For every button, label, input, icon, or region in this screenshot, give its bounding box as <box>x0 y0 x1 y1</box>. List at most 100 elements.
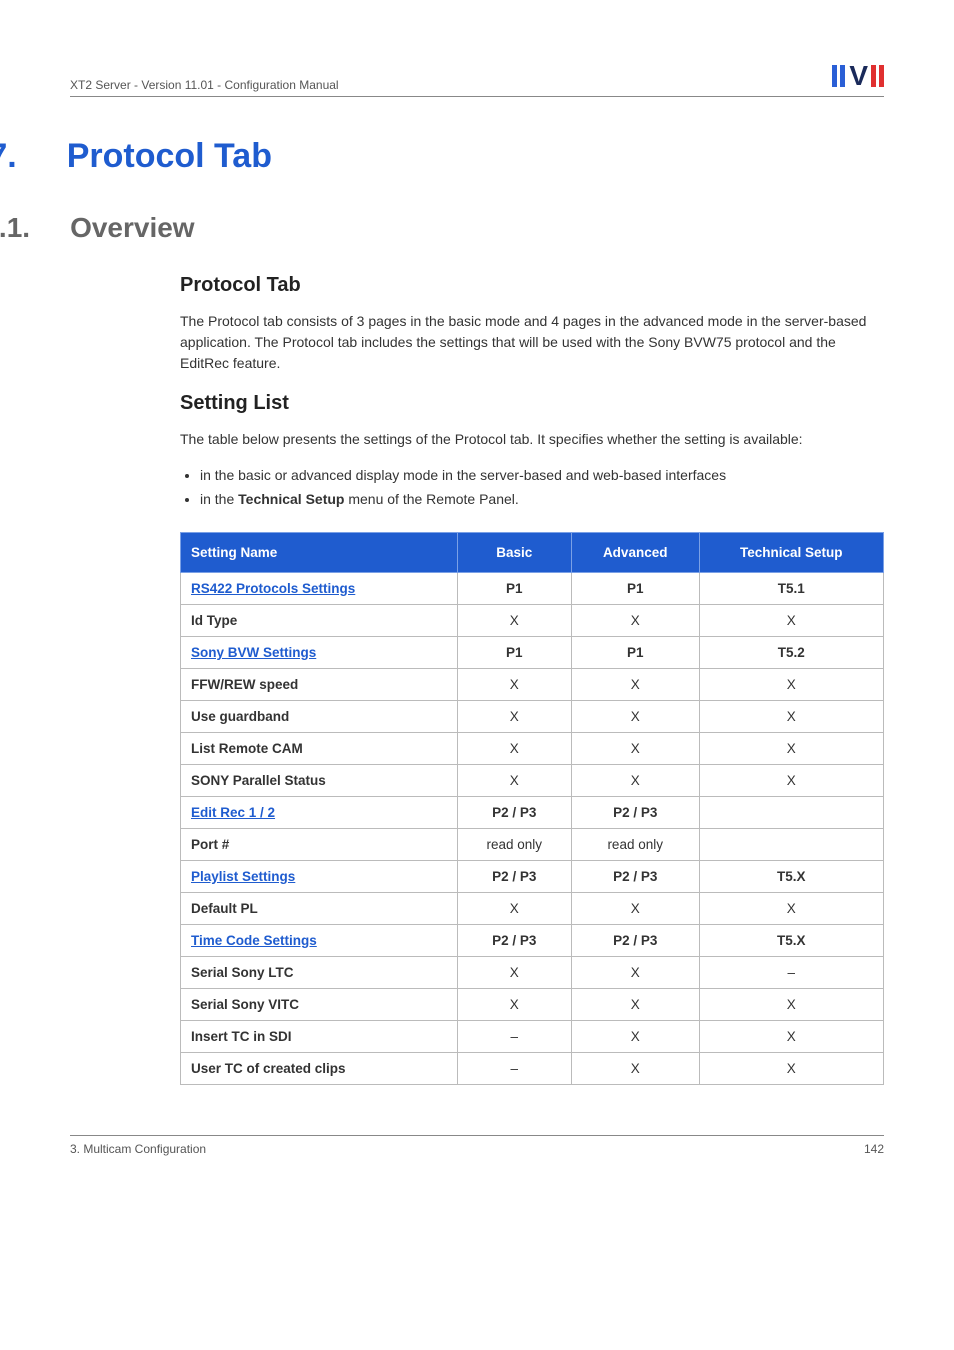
table-row: Playlist SettingsP2 / P3P2 / P3T5.X <box>181 860 884 892</box>
cell-basic: X <box>457 732 571 764</box>
cell-basic: – <box>457 1020 571 1052</box>
cell-tech: X <box>699 700 883 732</box>
cell-basic: X <box>457 700 571 732</box>
col-header-name: Setting Name <box>181 532 458 572</box>
header-text: XT2 Server - Version 11.01 - Configurati… <box>70 78 339 92</box>
cell-name: Insert TC in SDI <box>181 1020 458 1052</box>
cell-advanced: X <box>571 764 699 796</box>
logo-v-icon: V <box>849 60 867 92</box>
cell-basic: P1 <box>457 572 571 604</box>
cell-basic: P2 / P3 <box>457 924 571 956</box>
logo-bar-icon <box>832 65 837 87</box>
cell-name[interactable]: Playlist Settings <box>181 860 458 892</box>
col-header-advanced: Advanced <box>571 532 699 572</box>
cell-basic: X <box>457 764 571 796</box>
cell-name[interactable]: Edit Rec 1 / 2 <box>181 796 458 828</box>
cell-name: List Remote CAM <box>181 732 458 764</box>
logo-bar-icon <box>871 65 876 87</box>
cell-tech: X <box>699 1020 883 1052</box>
evs-logo: V <box>832 60 884 92</box>
table-row: Default PLXXX <box>181 892 884 924</box>
subsection-heading: 3.7.1. Overview <box>0 212 884 244</box>
table-row: Serial Sony VITCXXX <box>181 988 884 1020</box>
cell-advanced: X <box>571 892 699 924</box>
subsection-number: 3.7.1. <box>0 212 30 244</box>
cell-advanced: X <box>571 604 699 636</box>
cell-advanced: read only <box>571 828 699 860</box>
cell-name[interactable]: Time Code Settings <box>181 924 458 956</box>
table-row: Time Code SettingsP2 / P3P2 / P3T5.X <box>181 924 884 956</box>
footer-left: 3. Multicam Configuration <box>70 1142 206 1156</box>
cell-basic: X <box>457 604 571 636</box>
cell-advanced: P1 <box>571 636 699 668</box>
cell-advanced: X <box>571 668 699 700</box>
setting-link[interactable]: Playlist Settings <box>191 869 295 884</box>
setting-link[interactable]: Time Code Settings <box>191 933 317 948</box>
cell-advanced: X <box>571 732 699 764</box>
cell-tech: X <box>699 1052 883 1084</box>
cell-name[interactable]: Sony BVW Settings <box>181 636 458 668</box>
page-footer: 3. Multicam Configuration 142 <box>70 1135 884 1156</box>
cell-advanced: X <box>571 988 699 1020</box>
cell-basic: X <box>457 988 571 1020</box>
cell-name: Use guardband <box>181 700 458 732</box>
table-row: Use guardbandXXX <box>181 700 884 732</box>
bullet-item: in the Technical Setup menu of the Remot… <box>200 488 884 512</box>
cell-name: Serial Sony LTC <box>181 956 458 988</box>
section-heading: 3.7. Protocol Tab <box>0 137 884 176</box>
table-row: List Remote CAMXXX <box>181 732 884 764</box>
heading-setting-list: Setting List <box>180 392 884 415</box>
cell-advanced: X <box>571 956 699 988</box>
cell-name[interactable]: RS422 Protocols Settings <box>181 572 458 604</box>
logo-bar-icon <box>840 65 845 87</box>
col-header-tech: Technical Setup <box>699 532 883 572</box>
cell-advanced: P2 / P3 <box>571 860 699 892</box>
cell-advanced: P2 / P3 <box>571 796 699 828</box>
setting-link[interactable]: Sony BVW Settings <box>191 645 316 660</box>
footer-page-number: 142 <box>864 1142 884 1156</box>
cell-name: Port # <box>181 828 458 860</box>
cell-tech: X <box>699 668 883 700</box>
settings-table: Setting Name Basic Advanced Technical Se… <box>180 532 884 1085</box>
cell-advanced: P2 / P3 <box>571 924 699 956</box>
cell-tech <box>699 796 883 828</box>
cell-basic: P2 / P3 <box>457 860 571 892</box>
bullet-item: in the basic or advanced display mode in… <box>200 464 884 488</box>
bold-phrase: Technical Setup <box>238 491 344 507</box>
heading-protocol-tab: Protocol Tab <box>180 274 884 297</box>
table-row: Port #read onlyread only <box>181 828 884 860</box>
logo-bar-icon <box>879 65 884 87</box>
cell-basic: X <box>457 892 571 924</box>
cell-basic: X <box>457 668 571 700</box>
cell-advanced: P1 <box>571 572 699 604</box>
cell-tech: T5.1 <box>699 572 883 604</box>
cell-tech: X <box>699 988 883 1020</box>
paragraph: The table below presents the settings of… <box>180 429 884 450</box>
col-header-basic: Basic <box>457 532 571 572</box>
table-row: Sony BVW SettingsP1P1T5.2 <box>181 636 884 668</box>
cell-basic: – <box>457 1052 571 1084</box>
cell-basic: X <box>457 956 571 988</box>
cell-name: Id Type <box>181 604 458 636</box>
cell-tech: T5.2 <box>699 636 883 668</box>
cell-tech: X <box>699 764 883 796</box>
cell-tech: X <box>699 604 883 636</box>
setting-link[interactable]: Edit Rec 1 / 2 <box>191 805 275 820</box>
cell-name: FFW/REW speed <box>181 668 458 700</box>
cell-name: Default PL <box>181 892 458 924</box>
section-title: Protocol Tab <box>67 137 272 176</box>
cell-name: User TC of created clips <box>181 1052 458 1084</box>
cell-tech: T5.X <box>699 860 883 892</box>
table-row: Edit Rec 1 / 2P2 / P3P2 / P3 <box>181 796 884 828</box>
table-row: Serial Sony LTCXX– <box>181 956 884 988</box>
cell-name: SONY Parallel Status <box>181 764 458 796</box>
cell-tech: X <box>699 732 883 764</box>
paragraph: The Protocol tab consists of 3 pages in … <box>180 311 884 374</box>
cell-tech <box>699 828 883 860</box>
page-header: XT2 Server - Version 11.01 - Configurati… <box>70 60 884 97</box>
table-row: SONY Parallel StatusXXX <box>181 764 884 796</box>
setting-link[interactable]: RS422 Protocols Settings <box>191 581 355 596</box>
cell-name: Serial Sony VITC <box>181 988 458 1020</box>
cell-tech: T5.X <box>699 924 883 956</box>
cell-basic: read only <box>457 828 571 860</box>
